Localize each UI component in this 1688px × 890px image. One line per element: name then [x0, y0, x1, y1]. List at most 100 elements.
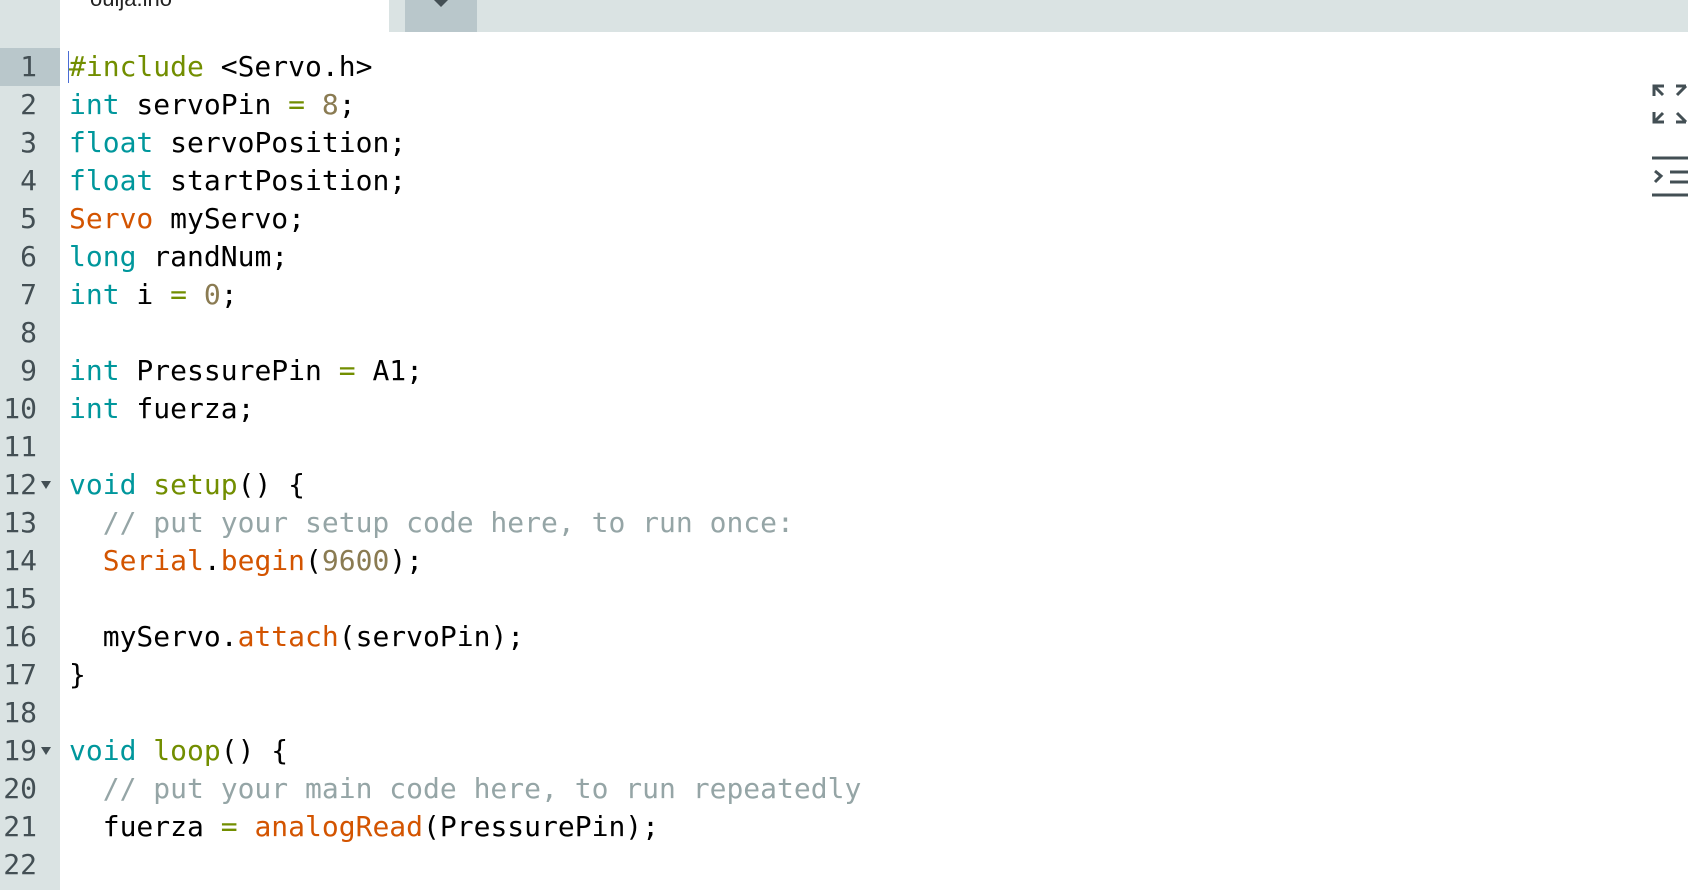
code-text: int i = 0; [69, 276, 238, 314]
line-number: 10 [0, 390, 60, 428]
line-number: 7 [0, 276, 60, 314]
code-token-tx: } [69, 658, 86, 691]
code-token-tx [136, 734, 153, 767]
line-number: 13 [0, 504, 60, 542]
line-number: 9 [0, 352, 60, 390]
code-token-kw: long [69, 240, 137, 273]
code-line[interactable]: 19 void loop() { [0, 732, 1640, 770]
code-line[interactable]: 2 int servoPin = 8; [0, 86, 1640, 124]
line-number: 12 [0, 466, 60, 504]
line-number-text: 15 [3, 582, 37, 615]
line-number-text: 8 [20, 316, 37, 349]
code-token-tx: servoPosition; [153, 126, 407, 159]
line-number-text: 22 [3, 848, 37, 881]
code-line[interactable]: 6 long randNum; [0, 238, 1640, 276]
code-token-tx: (servoPin); [338, 620, 525, 653]
code-line[interactable]: 22 [0, 846, 1640, 884]
code-line[interactable]: 21 fuerza = analogRead(PressurePin); [0, 808, 1640, 846]
line-number-text: 19 [3, 734, 37, 767]
code-token-tx: () { [220, 734, 289, 767]
code-text: int PressurePin = A1; [69, 352, 423, 390]
code-token-tx [69, 544, 103, 577]
line-number: 8 [0, 314, 60, 352]
code-token-tx: (PressurePin); [423, 810, 660, 843]
line-number: 20 [0, 770, 60, 808]
code-token-tx: <Servo.h> [203, 50, 373, 83]
code-text: fuerza = analogRead(PressurePin); [69, 808, 659, 846]
code-text: float startPosition; [69, 162, 406, 200]
code-line[interactable]: 8 [0, 314, 1640, 352]
line-number-text: 21 [3, 810, 37, 843]
code-text: // put your main code here, to run repea… [69, 770, 862, 808]
code-token-kw: int [69, 88, 120, 121]
code-token-tx [238, 810, 255, 843]
tab-menu-button[interactable] [405, 0, 477, 32]
code-text: long randNum; [69, 238, 288, 276]
code-token-op: = [338, 354, 356, 387]
code-token-fn: setup [153, 468, 238, 501]
code-token-tx: . [203, 544, 221, 577]
code-token-kw: int [69, 392, 120, 425]
code-text: int servoPin = 8; [69, 86, 356, 124]
code-line[interactable]: 16 myServo.attach(servoPin); [0, 618, 1640, 656]
code-token-cm: // put your main code here, to run repea… [69, 772, 862, 805]
code-line[interactable]: 4 float startPosition; [0, 162, 1640, 200]
serial-monitor-icon[interactable] [1652, 156, 1688, 198]
code-token-tx [136, 468, 153, 501]
line-number-text: 1 [20, 50, 37, 83]
line-number: 6 [0, 238, 60, 276]
line-number-text: 9 [20, 354, 37, 387]
code-token-kw: float [69, 126, 154, 159]
code-text: void setup() { [69, 466, 305, 504]
code-line[interactable]: 10 int fuerza; [0, 390, 1640, 428]
code-line[interactable]: 17} [0, 656, 1640, 694]
code-token-kw: void [69, 468, 137, 501]
code-editor[interactable]: 1 #include <Servo.h> 2 int servoPin = 8; 3 fl… [0, 48, 1640, 890]
code-token-kw: int [69, 354, 120, 387]
code-line[interactable]: 7 int i = 0; [0, 276, 1640, 314]
line-number: 17 [0, 656, 60, 694]
code-text: // put your setup code here, to run once… [69, 504, 794, 542]
code-token-tx: ; [220, 278, 238, 311]
code-line[interactable]: 9 int PressurePin = A1; [0, 352, 1640, 390]
line-number: 2 [0, 86, 60, 124]
line-number-text: 13 [3, 506, 37, 539]
expand-icon[interactable] [1652, 84, 1688, 124]
code-line[interactable]: 5 Servo myServo; [0, 200, 1640, 238]
fold-arrow-icon[interactable] [41, 747, 51, 755]
line-number-text: 10 [3, 392, 37, 425]
code-token-op: = [288, 88, 306, 121]
code-line[interactable]: 20 // put your main code here, to run re… [0, 770, 1640, 808]
tab-bar: ouija.ino [0, 0, 1688, 48]
line-number: 11 [0, 428, 60, 466]
line-number: 3 [0, 124, 60, 162]
code-line[interactable]: 15 [0, 580, 1640, 618]
code-line[interactable]: 11 [0, 428, 1640, 466]
fold-arrow-icon[interactable] [41, 481, 51, 489]
line-number: 15 [0, 580, 60, 618]
code-line[interactable]: 3 float servoPosition; [0, 124, 1640, 162]
line-number: 18 [0, 694, 60, 732]
line-number: 21 [0, 808, 60, 846]
code-line[interactable]: 1 #include <Servo.h> [0, 48, 1640, 86]
code-token-tx: A1; [355, 354, 424, 387]
code-line[interactable]: 12 void setup() { [0, 466, 1640, 504]
code-token-num: 9600 [321, 544, 390, 577]
code-token-cls: Servo [69, 202, 154, 235]
line-number-text: 3 [20, 126, 37, 159]
code-token-tx: ( [305, 544, 322, 577]
line-number-text: 20 [3, 772, 37, 805]
code-token-tx [187, 278, 204, 311]
line-number-text: 7 [20, 278, 37, 311]
line-number-text: 5 [20, 202, 37, 235]
code-line[interactable]: 18 [0, 694, 1640, 732]
code-text: } [69, 656, 86, 694]
line-number: 22 [0, 846, 60, 884]
code-line[interactable]: 13 // put your setup code here, to run o… [0, 504, 1640, 542]
code-line[interactable]: 14 Serial.begin(9600); [0, 542, 1640, 580]
code-token-tx: myServo. [69, 620, 238, 653]
line-number: 1 [0, 48, 60, 86]
tab-ouija-ino[interactable]: ouija.ino [60, 0, 389, 48]
code-token-op: = [170, 278, 188, 311]
code-token-tx: ; [338, 88, 356, 121]
